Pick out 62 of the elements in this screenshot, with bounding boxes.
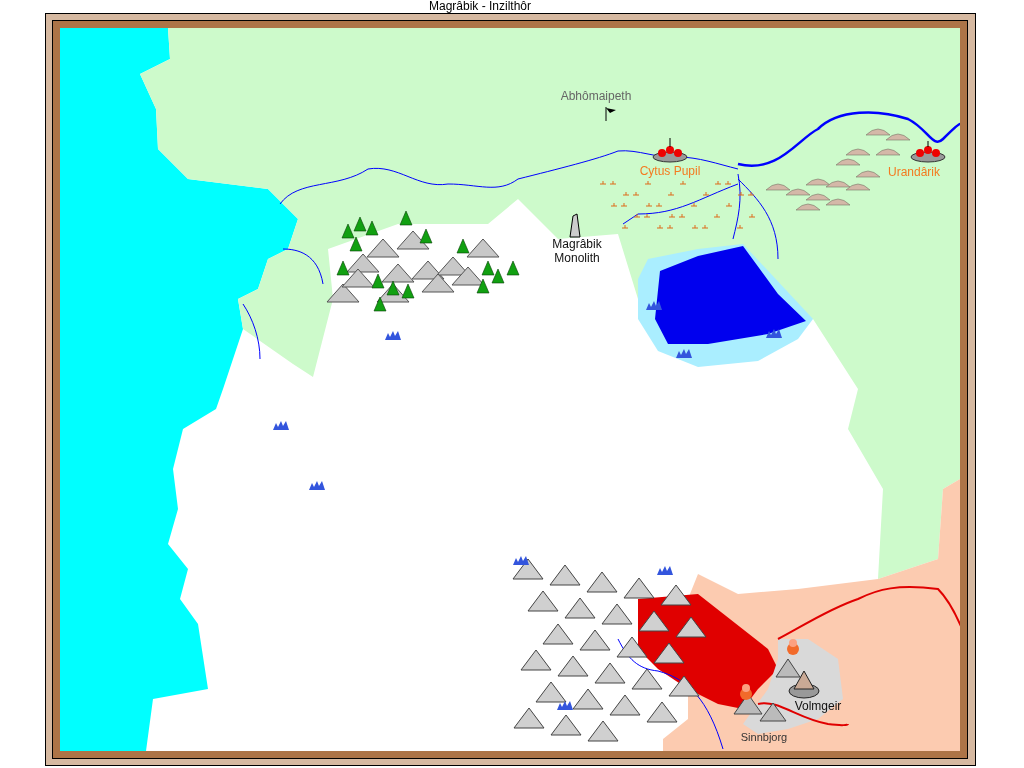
city-icon <box>910 140 946 163</box>
window-title: Magrâbik - Inzilthôr <box>427 0 532 13</box>
monolith-icon <box>569 213 581 238</box>
volcano-icon <box>787 639 799 655</box>
mountain-icon <box>466 238 500 258</box>
mountain-icon <box>520 649 552 671</box>
mountain-icon <box>512 558 544 580</box>
place-label: Abhômaipeth <box>560 89 632 103</box>
snowfield-icon <box>646 301 662 310</box>
snowfield-icon <box>385 331 401 340</box>
mountain-icon <box>616 636 648 658</box>
mountain-icon <box>587 720 619 742</box>
mountain-icon <box>675 616 707 638</box>
mountain-icon <box>557 655 589 677</box>
mountain-icon <box>775 658 801 678</box>
mountain-icon <box>421 273 455 293</box>
mountain-icon <box>653 642 685 664</box>
mountain-icon <box>646 701 678 723</box>
mountain-icon <box>396 230 430 250</box>
snowfield-icon <box>273 421 289 430</box>
snowfield-icon <box>657 566 673 575</box>
flag-icon <box>605 106 616 122</box>
mountain-icon <box>341 268 375 288</box>
mountain-icon <box>346 253 380 273</box>
mountain-icon <box>572 688 604 710</box>
mountain-icon <box>542 623 574 645</box>
mountain-icon <box>366 238 400 258</box>
mountain-icon <box>411 260 445 280</box>
place-label: Magrâbik Monolith <box>551 237 603 265</box>
place-label: Cytus Pupil <box>639 164 701 178</box>
snowfield-icon <box>513 556 529 565</box>
river-line <box>242 303 261 360</box>
mountain-icon <box>549 564 581 586</box>
mountain-icon <box>564 597 596 619</box>
place-label: Sinnbjorg <box>740 730 788 744</box>
mountain-icon <box>535 681 567 703</box>
snowfield-icon <box>766 329 782 338</box>
mountain-icon <box>638 610 670 632</box>
mountain-icon <box>326 283 360 303</box>
place-label: Volmgeir <box>794 699 842 713</box>
snowfield-icon <box>309 481 325 490</box>
mountain-icon <box>579 629 611 651</box>
mountain-icon <box>513 707 545 729</box>
mountain-icon <box>601 603 633 625</box>
mountain-icon <box>550 714 582 736</box>
fortress-icon <box>788 670 820 699</box>
mountain-icon <box>668 675 700 697</box>
mountain-icon <box>381 263 415 283</box>
snowfield-icon <box>676 349 692 358</box>
river-line <box>282 248 324 285</box>
place-label: Urandârik <box>888 165 940 179</box>
mountain-icon <box>594 662 626 684</box>
snowfield-icon <box>557 701 573 710</box>
mountain-icon <box>623 577 655 599</box>
mountain-icon <box>631 668 663 690</box>
mountain-icon <box>586 571 618 593</box>
volcano-icon <box>740 684 752 700</box>
city-icon <box>652 137 688 163</box>
mountain-icon <box>609 694 641 716</box>
mountain-icon <box>759 702 787 722</box>
mountain-icon <box>527 590 559 612</box>
mountain-icon <box>660 584 692 606</box>
